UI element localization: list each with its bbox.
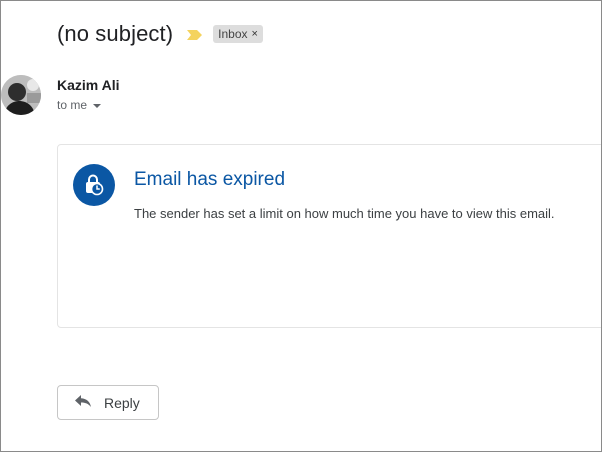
- recipient-details-toggle[interactable]: to me: [57, 98, 102, 112]
- expired-title: Email has expired: [134, 169, 286, 190]
- sender-avatar[interactable]: [1, 75, 41, 115]
- sender-name[interactable]: Kazim Ali: [57, 77, 120, 93]
- importance-marker-icon[interactable]: [187, 28, 203, 40]
- expired-message: The sender has set a limit on how much t…: [134, 206, 555, 221]
- reply-label: Reply: [104, 394, 140, 411]
- expired-email-card: Email has expired The sender has set a l…: [57, 144, 601, 328]
- inbox-label-chip[interactable]: Inbox ×: [213, 25, 263, 43]
- reply-arrow-icon: [74, 394, 92, 411]
- lock-clock-icon: [73, 164, 115, 206]
- email-subject: (no subject): [57, 21, 174, 46]
- subject-row: (no subject) Inbox ×: [57, 20, 263, 48]
- caret-down-icon: [93, 104, 102, 108]
- email-view: (no subject) Inbox × Kazim Ali to me Ema…: [0, 0, 602, 452]
- recipient-text: to me: [57, 98, 88, 112]
- remove-label-icon[interactable]: ×: [252, 28, 258, 40]
- label-chip-text: Inbox: [218, 27, 248, 41]
- reply-button[interactable]: Reply: [57, 385, 159, 420]
